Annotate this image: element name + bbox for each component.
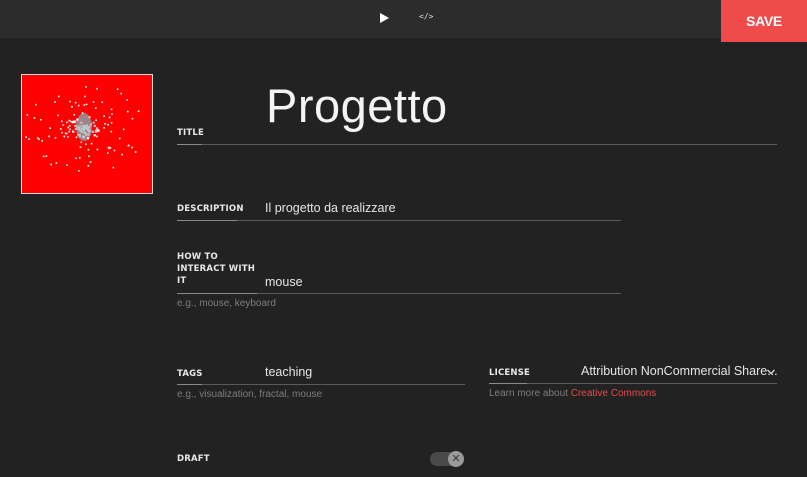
sketch-preview-image <box>25 86 140 172</box>
interact-label-underline <box>177 293 257 294</box>
title-underline <box>177 144 777 145</box>
save-button[interactable]: SAVE <box>721 0 807 42</box>
license-hint: Learn more about Creative Commons <box>489 388 656 399</box>
interact-label: HOW TO INTERACT WITH IT <box>177 251 255 287</box>
sketch-thumbnail[interactable] <box>21 74 153 194</box>
license-hint-text: Learn more about <box>489 388 571 399</box>
play-icon <box>380 13 389 23</box>
description-label: DESCRIPTION <box>177 204 244 214</box>
title-label-underline <box>177 144 202 145</box>
description-underline <box>177 220 621 221</box>
tags-label: TAGS <box>177 369 203 379</box>
description-input[interactable]: Il progetto da realizzare <box>265 201 396 215</box>
license-label: LICENSE <box>489 368 531 378</box>
chevron-down-icon[interactable] <box>766 367 776 377</box>
interact-label-line: HOW TO <box>177 252 218 262</box>
tags-label-underline <box>177 384 202 385</box>
interact-label-line: INTERACT WITH <box>177 264 256 274</box>
description-label-underline <box>177 220 237 221</box>
license-label-underline <box>489 383 527 384</box>
code-icon[interactable]: </> <box>419 12 433 21</box>
title-label: TITLE <box>177 128 204 138</box>
close-icon: ✕ <box>448 451 464 467</box>
tags-underline <box>177 384 465 385</box>
interact-label-line: IT <box>177 276 187 286</box>
creative-commons-link[interactable]: Creative Commons <box>571 388 657 399</box>
draft-toggle[interactable]: ✕ <box>430 451 464 467</box>
draft-label: DRAFT <box>177 454 210 464</box>
top-toolbar: </> <box>0 0 807 38</box>
license-select[interactable]: Attribution NonCommercial Share... <box>581 364 778 378</box>
tags-hint: e.g., visualization, fractal, mouse <box>177 389 323 400</box>
interact-hint: e.g., mouse, keyboard <box>177 298 276 309</box>
interact-input[interactable]: mouse <box>265 275 303 289</box>
play-button[interactable] <box>376 10 392 26</box>
title-input[interactable]: Progetto <box>266 78 448 133</box>
license-underline <box>489 383 777 384</box>
tags-input[interactable]: teaching <box>265 365 312 379</box>
